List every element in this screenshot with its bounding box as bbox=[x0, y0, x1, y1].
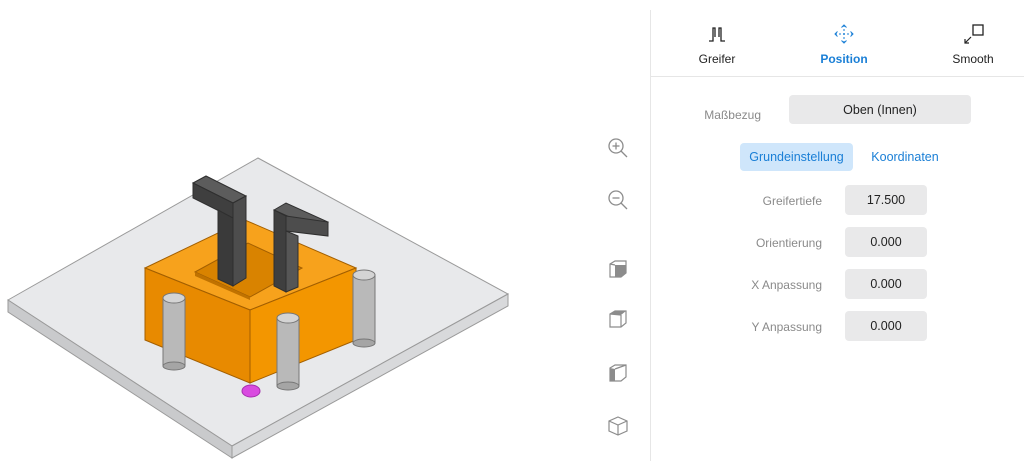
tab-greifer-label: Greifer bbox=[698, 52, 736, 66]
view-front-button[interactable] bbox=[598, 250, 638, 290]
3d-viewport[interactable] bbox=[0, 0, 590, 461]
x-anpassung-input[interactable] bbox=[845, 269, 927, 299]
move-icon bbox=[834, 24, 854, 44]
tab-greifer[interactable]: Greifer bbox=[672, 10, 762, 76]
greifertiefe-label: Greifertiefe bbox=[762, 194, 822, 208]
orientierung-input[interactable] bbox=[845, 227, 927, 257]
view-top-button[interactable] bbox=[598, 300, 638, 340]
view-cube-front-icon bbox=[609, 260, 627, 278]
view-cube-iso-icon bbox=[608, 416, 628, 436]
smooth-icon bbox=[964, 24, 984, 44]
gripper-icon bbox=[709, 27, 725, 42]
3d-scene[interactable] bbox=[0, 0, 590, 461]
properties-panel: Greifer Position Smooth Maßbezug Oben (I… bbox=[651, 10, 1024, 461]
tab-smooth[interactable]: Smooth bbox=[928, 10, 1018, 76]
tab-smooth-label: Smooth bbox=[952, 52, 994, 66]
massbezug-select[interactable]: Oben (Innen) bbox=[789, 95, 971, 124]
segment-koordinaten[interactable]: Koordinaten bbox=[864, 143, 946, 171]
segment-grundeinstellung[interactable]: Grundeinstellung bbox=[740, 143, 853, 171]
zoom-out-button[interactable] bbox=[598, 180, 638, 220]
y-anpassung-label: Y Anpassung bbox=[751, 320, 822, 334]
tab-position-label: Position bbox=[820, 52, 868, 66]
greifertiefe-input[interactable] bbox=[845, 185, 927, 215]
view-iso-button[interactable] bbox=[598, 406, 638, 446]
locating-pin bbox=[276, 312, 300, 391]
zoom-in-button[interactable] bbox=[598, 128, 638, 168]
locating-pin bbox=[162, 292, 186, 371]
locating-pin bbox=[352, 269, 376, 348]
view-cube-side-icon bbox=[609, 364, 627, 382]
y-anpassung-input[interactable] bbox=[845, 311, 927, 341]
view-side-button[interactable] bbox=[598, 354, 638, 394]
zoom-out-icon bbox=[608, 190, 628, 210]
view-toolbar bbox=[598, 0, 638, 461]
x-anpassung-label: X Anpassung bbox=[751, 278, 822, 292]
massbezug-label: Maßbezug bbox=[704, 108, 761, 122]
tab-position[interactable]: Position bbox=[799, 10, 889, 76]
zoom-in-icon bbox=[608, 138, 628, 158]
orientierung-label: Orientierung bbox=[755, 236, 822, 250]
tab-bar: Greifer Position Smooth bbox=[651, 10, 1024, 77]
view-cube-top-icon bbox=[609, 310, 627, 328]
reference-point-marker[interactable] bbox=[241, 384, 261, 398]
